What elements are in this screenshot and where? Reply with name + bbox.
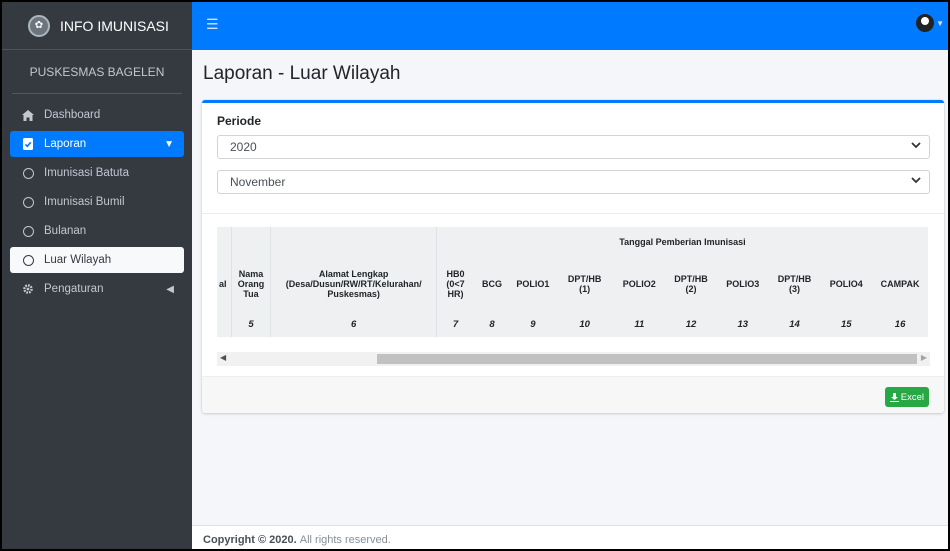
table-row-numbers: 5 6 7 8 9 10 11 12 13 14 15 16 — [217, 311, 928, 337]
column-header: al — [219, 279, 227, 289]
scroll-left-icon[interactable]: ◀ — [220, 353, 226, 362]
org-name: PUSKESMAS BAGELEN — [12, 50, 182, 94]
table-cell: 14 — [789, 318, 800, 330]
column-header-dpt1: DPT/HB (1) — [567, 274, 602, 294]
home-icon — [20, 109, 36, 121]
column-header-hb0: HB0 (0<7 HR) — [435, 257, 475, 311]
brand-title: INFO IMUNISASI — [60, 17, 169, 34]
month-select[interactable]: November — [217, 170, 930, 194]
sidebar-item-label: Imunisasi Batuta — [44, 167, 130, 179]
sidebar-item-imunisasi-bumil[interactable]: Imunisasi Bumil — [10, 189, 184, 215]
chevron-down-icon: ▼ — [164, 138, 174, 150]
excel-button-label: Excel — [900, 391, 924, 403]
column-header-campak: CAMPAK — [880, 279, 920, 289]
chevron-down-icon — [911, 176, 921, 187]
download-icon — [889, 392, 899, 402]
column-header-polio2: POLIO2 — [622, 279, 656, 289]
sidebar-item-label: Pengaturan — [44, 283, 104, 295]
column-header-bcg: BCG — [482, 279, 503, 289]
page-footer: Copyright © 2020. All rights reserved. — [192, 525, 948, 549]
scrollbar-thumb[interactable] — [377, 354, 917, 364]
sidebar-item-imunisasi-batuta[interactable]: Imunisasi Batuta — [10, 160, 184, 186]
chevron-down-icon — [911, 141, 921, 152]
table-cell: 9 — [530, 318, 536, 330]
sidebar-item-label: Dashboard — [44, 109, 101, 121]
group-header: Tanggal Pemberian Imunisasi — [435, 227, 928, 257]
year-select-value: 2020 — [230, 140, 257, 154]
report-table-container[interactable]: Tanggal Pemberian Imunisasi al Nama Oran… — [217, 227, 930, 352]
sidebar-item-luar-wilayah[interactable]: Luar Wilayah — [10, 247, 184, 273]
table-cell: 13 — [737, 318, 749, 330]
menu-toggle-icon[interactable]: ☰ — [206, 16, 219, 33]
card-footer: Excel — [202, 376, 944, 413]
column-header-alamat: Alamat Lengkap (Desa/Dusun/RW/RT/Kelurah… — [270, 257, 437, 311]
sidebar-item-pengaturan[interactable]: Pengaturan ◀ — [10, 276, 184, 302]
sidebar-item-label: Laporan — [44, 138, 87, 150]
sidebar-item-dashboard[interactable]: Dashboard — [10, 102, 184, 128]
rights-text: All rights reserved. — [299, 533, 391, 546]
excel-download-button[interactable]: Excel — [884, 387, 929, 407]
circle-icon — [20, 254, 36, 266]
table-cell: 8 — [489, 318, 495, 330]
app-frame: ✿ INFO IMUNISASI PUSKESMAS BAGELEN Dashb… — [0, 0, 950, 551]
month-select-value: November — [230, 175, 286, 189]
report-card: Periode 2020 November Tanggal Pemberian … — [202, 100, 944, 413]
sidebar-nav: Dashboard Laporan ▼ Imunisasi Batuta Imu… — [2, 94, 192, 302]
table-cell: 5 — [230, 311, 271, 337]
column-header-polio4: POLIO4 — [829, 279, 863, 289]
sidebar-item-laporan[interactable]: Laporan ▼ — [10, 131, 184, 157]
periode-label: Periode — [217, 114, 262, 128]
copyright-text: Copyright © 2020. — [203, 533, 297, 546]
column-header-dpt2: DPT/HB (2) — [674, 274, 708, 294]
page-title: Laporan - Luar Wilayah — [203, 63, 401, 84]
brand[interactable]: ✿ INFO IMUNISASI — [2, 2, 192, 50]
table-cell: 7 — [435, 311, 475, 337]
table-cell: 12 — [685, 318, 697, 330]
column-header-nama-orang-tua: Nama Orang Tua — [230, 257, 271, 311]
table-header-row: al Nama Orang Tua Alamat Lengkap (Desa/D… — [217, 257, 928, 311]
horizontal-scrollbar[interactable]: ◀ ▶ — [217, 352, 930, 366]
circle-icon — [20, 196, 36, 208]
column-header-polio1: POLIO1 — [516, 279, 550, 289]
table-cell: 10 — [579, 318, 590, 330]
scroll-right-icon[interactable]: ▶ — [921, 353, 927, 362]
user-avatar-icon[interactable] — [916, 14, 934, 32]
gear-icon — [20, 283, 36, 295]
column-header-polio3: POLIO3 — [726, 279, 760, 289]
seal-logo-icon: ✿ — [28, 14, 50, 37]
year-select[interactable]: 2020 — [217, 135, 930, 159]
divider — [202, 213, 944, 214]
table-cell: 6 — [270, 311, 437, 337]
sidebar: ✿ INFO IMUNISASI PUSKESMAS BAGELEN Dashb… — [2, 2, 192, 549]
table-header-row: Tanggal Pemberian Imunisasi — [217, 227, 928, 257]
sidebar-item-label: Luar Wilayah — [44, 254, 112, 266]
report-table: Tanggal Pemberian Imunisasi al Nama Oran… — [217, 227, 928, 337]
table-cell: 11 — [634, 318, 645, 330]
column-header-dpt3: DPT/HB (3) — [777, 274, 812, 294]
chevron-left-icon: ◀ — [166, 283, 174, 295]
circle-icon — [20, 167, 36, 179]
table-cell: 16 — [894, 318, 906, 330]
table-cell: 15 — [840, 318, 852, 330]
file-icon — [20, 138, 36, 150]
sidebar-item-label: Imunisasi Bumil — [44, 196, 125, 208]
sidebar-item-bulanan[interactable]: Bulanan — [10, 218, 184, 244]
sidebar-item-label: Bulanan — [44, 225, 87, 237]
chevron-down-icon[interactable]: ▼ — [936, 19, 944, 28]
top-navbar: ☰ ▼ — [192, 2, 948, 50]
circle-icon — [20, 225, 36, 237]
